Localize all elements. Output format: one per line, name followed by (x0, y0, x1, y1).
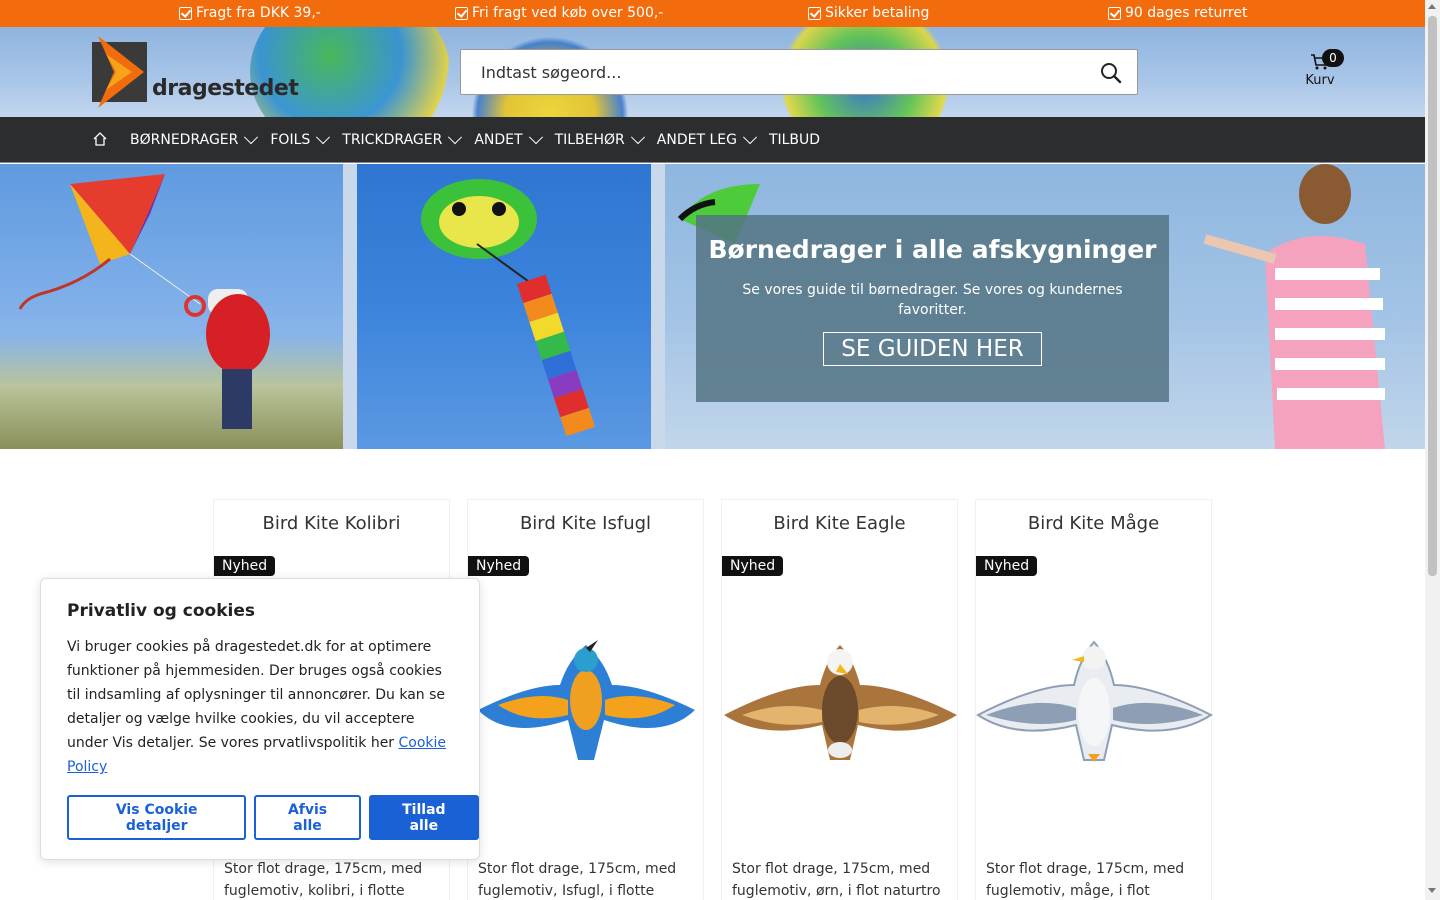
search-bar (460, 49, 1138, 95)
cookie-accept-button[interactable]: Tillad alle (368, 795, 480, 840)
chevron-down-icon (244, 130, 259, 145)
site-header: dragestedet 0 Kurv (0, 27, 1425, 117)
cookie-text: Vi bruger cookies på dragestedet.dk for … (67, 635, 453, 779)
new-badge: Nyhed (722, 556, 784, 576)
nav-item-andet[interactable]: ANDET (474, 130, 543, 148)
nav-item-label: BØRNEDRAGER (130, 132, 239, 148)
product-image[interactable] (468, 630, 705, 770)
cookie-dialog: Privatliv og cookies Vi bruger cookies p… (40, 578, 480, 860)
usp-item: 90 dages returret (1108, 5, 1247, 21)
nav-item-foils[interactable]: FOILS (270, 130, 331, 148)
product-description: Stor flot drage, 175cm, med fuglemotiv, … (478, 861, 677, 899)
search-icon[interactable] (1099, 61, 1123, 85)
search-input[interactable] (461, 50, 1081, 94)
usp-label: 90 dages returret (1125, 5, 1248, 21)
chevron-down-icon (448, 130, 463, 145)
product-description: Stor flot drage, 175cm, med fuglemotiv, … (986, 861, 1185, 899)
cart-count-badge: 0 (1322, 49, 1344, 67)
hero-subtitle: Se vores guide til børnedrager. Se vores… (742, 282, 1123, 318)
new-badge: Nyhed (214, 556, 276, 576)
chevron-down-icon (528, 130, 543, 145)
chevron-down-icon (630, 130, 645, 145)
usp-label: Fri fragt ved køb over 500,- (472, 5, 664, 21)
usp-item: Fri fragt ved køb over 500,- (455, 5, 663, 21)
nav-item-label: TILBUD (768, 132, 821, 148)
snake-kite-illustration (421, 179, 595, 437)
nav-item-label: TRICKDRAGER (342, 132, 443, 148)
kite-illustration (18, 174, 270, 429)
cookie-body: Vi bruger cookies på dragestedet.dk for … (67, 639, 446, 751)
nav-item-label: TILBEHØR (554, 132, 625, 148)
scroll-up-arrow-icon[interactable] (1428, 4, 1436, 9)
nav-item-trickdrager[interactable]: TRICKDRAGER (342, 130, 463, 148)
product-description: Stor flot drage, 175cm, med fuglemotiv, … (732, 861, 941, 899)
product-card[interactable]: Bird Kite Isfugl Nyhed Stor flot drage, … (467, 499, 704, 900)
main-nav: BØRNEDRAGER FOILS TRICKDRAGER ANDET TILB… (0, 117, 1425, 163)
nav-item-bornedrager[interactable]: BØRNEDRAGER (130, 130, 259, 148)
chevron-down-icon (742, 130, 758, 145)
product-image[interactable] (976, 630, 1213, 770)
cookie-buttons: Vis Cookie detaljer Afvis alle Tillad al… (67, 795, 480, 840)
cookie-details-button[interactable]: Vis Cookie detaljer (67, 795, 247, 840)
hero-divider (343, 164, 357, 449)
checkbox-icon (179, 6, 192, 20)
home-icon[interactable] (92, 131, 108, 147)
product-title[interactable]: Bird Kite Eagle (722, 513, 957, 534)
nav-item-label: FOILS (270, 132, 311, 148)
nav-items: BØRNEDRAGER FOILS TRICKDRAGER ANDET TILB… (130, 117, 834, 163)
hero-guide-button[interactable]: SE GUIDEN HER (823, 332, 1042, 366)
usp-bar: Fragt fra DKK 39,- Fri fragt ved køb ove… (0, 0, 1425, 27)
usp-item: Fragt fra DKK 39,- (179, 5, 321, 21)
checkbox-icon (808, 6, 821, 20)
logo-mark-icon (92, 36, 147, 108)
nav-item-tilbehor[interactable]: TILBEHØR (554, 130, 645, 148)
product-image[interactable] (722, 630, 959, 770)
new-badge: Nyhed (468, 556, 530, 576)
product-title[interactable]: Bird Kite Måge (976, 513, 1211, 534)
hero-divider (651, 164, 665, 449)
hero-textbox: Børnedrager i alle afskygninger Se vores… (696, 215, 1169, 402)
nav-item-andet-leg[interactable]: ANDET LEG (656, 130, 758, 148)
hero-banner[interactable]: Børnedrager i alle afskygninger Se vores… (0, 164, 1425, 449)
product-card[interactable]: Bird Kite Eagle Nyhed Stor flot drage, 1… (721, 499, 958, 900)
chevron-down-icon (316, 130, 331, 145)
product-title[interactable]: Bird Kite Kolibri (214, 513, 449, 534)
checkbox-icon (455, 6, 468, 20)
checkbox-icon (1108, 6, 1121, 20)
logo-text: dragestedet (152, 76, 299, 101)
nav-item-tilbud[interactable]: TILBUD (769, 132, 820, 148)
product-card[interactable]: Bird Kite Måge Nyhed Stor flot drage, 17… (975, 499, 1213, 900)
scrollbar-thumb[interactable] (1428, 16, 1437, 576)
cookie-title: Privatliv og cookies (67, 601, 255, 621)
usp-item: Sikker betaling (808, 5, 929, 21)
cart-button[interactable]: 0 Kurv (1300, 49, 1350, 94)
page-scrollbar[interactable] (1425, 0, 1440, 900)
cart-label: Kurv (1305, 73, 1335, 88)
product-title[interactable]: Bird Kite Isfugl (468, 513, 703, 534)
scroll-down-arrow-icon[interactable] (1428, 888, 1436, 893)
hero-title: Børnedrager i alle afskygninger (708, 235, 1157, 264)
nav-item-label: ANDET LEG (656, 132, 737, 148)
hero-image-snake-kite (357, 164, 651, 449)
usp-label: Fragt fra DKK 39,- (196, 5, 321, 21)
usp-label: Sikker betaling (825, 5, 930, 21)
new-badge: Nyhed (976, 556, 1038, 576)
nav-item-label: ANDET (474, 132, 523, 148)
cookie-reject-button[interactable]: Afvis alle (254, 795, 361, 840)
hero-image-boy-kite (0, 164, 343, 449)
site-logo[interactable]: dragestedet (92, 32, 299, 112)
product-description: Stor flot drage, 175cm, med fuglemotiv, … (224, 861, 423, 899)
